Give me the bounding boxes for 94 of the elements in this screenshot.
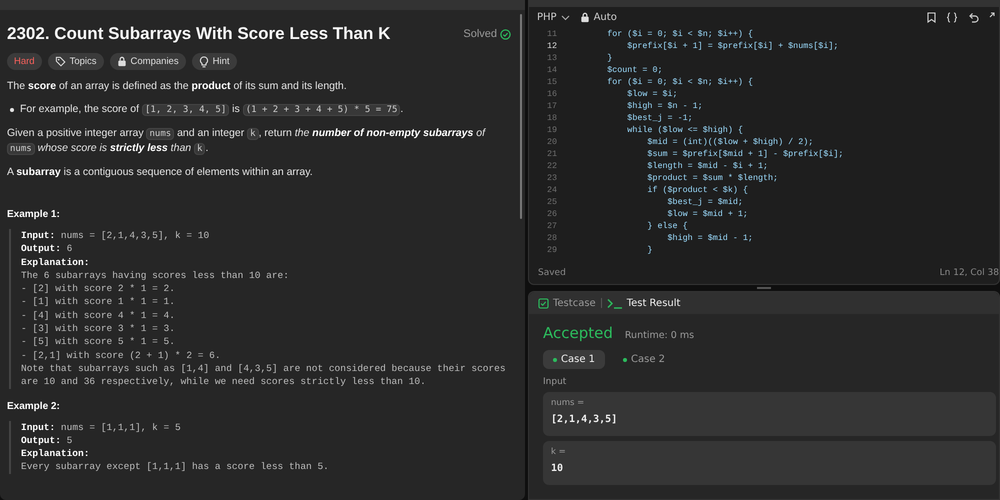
description-text: For example, the score of [1, 2, 3, 4, 5] is (1 + 2 + 3 + 4 + 5) * 5 = 75 .: [20, 102, 404, 117]
line-number: 12: [546, 41, 557, 51]
code-line: $high = $mid - 1;: [666, 233, 753, 243]
line-number: 16: [546, 89, 557, 99]
lock-icon: [580, 12, 590, 23]
dot-icon: [553, 358, 557, 362]
variable-value: [2,1,4,3,5]: [551, 414, 618, 425]
line-number: 11: [546, 29, 557, 39]
example-line: - [3] with score 3 * 1 = 3.: [21, 322, 176, 336]
code-line: $mid = (int)(($low + $high) / 2);: [646, 137, 814, 147]
code-line: $product = $sum * $length;: [646, 173, 778, 183]
code-line: $length = $mid - $i + 1;: [646, 161, 768, 171]
example-heading: Example 2:: [7, 400, 61, 412]
line-number: 28: [546, 233, 557, 243]
solved-status: Solved: [463, 28, 497, 40]
difficulty-label: Hard: [7, 53, 42, 70]
case-tab[interactable]: Case 1: [543, 350, 606, 369]
bookmark-icon[interactable]: [927, 12, 936, 23]
line-number: 29: [546, 245, 557, 255]
code-line: $low = $mid + 1;: [666, 209, 748, 219]
code-line: $sum = $prefix[$mid + 1] - $prefix[$i];: [646, 149, 844, 159]
braces-icon[interactable]: [946, 12, 958, 23]
testcase-tab[interactable]: Testcase: [538, 298, 596, 308]
code-line: $best_j = -1;: [626, 113, 693, 123]
example-line: Explanation:: [21, 256, 90, 269]
example-line: Input: nums = [1,1,1], k = 5: [21, 420, 182, 434]
code-line: }: [606, 53, 612, 63]
verdict-text: Accepted: [543, 324, 613, 342]
code-line: while ($low <= $high) {: [626, 125, 743, 135]
language-dropdown[interactable]: PHP: [537, 12, 570, 23]
example-line: - [4] with score 4 * 1 = 4.: [21, 308, 176, 322]
description-text: The score of an array is defined as the product of its sum and its length.: [7, 79, 348, 93]
code-line: $high = $n - 1;: [626, 101, 703, 111]
resize-handle[interactable]: [757, 287, 771, 289]
example-line: Every subarray except [1,1,1] has a score less than 5.: [21, 460, 330, 474]
line-number: 14: [546, 65, 557, 75]
line-number: 25: [546, 197, 557, 207]
code-line: $best_j = $mid;: [666, 197, 743, 207]
input-label: Input: [543, 377, 568, 387]
terminal-icon: [606, 298, 623, 308]
code-line: $prefix[$i + 1] = $prefix[$i] + $nums[$i];: [626, 41, 838, 51]
example-line: - [5] with score 5 * 1 = 5.: [21, 335, 176, 349]
line-number: 13: [546, 53, 557, 63]
companies-button[interactable]: Companies: [110, 53, 186, 70]
example-line: Explanation:: [21, 447, 90, 460]
line-number: 15: [546, 77, 557, 87]
problem-title: 2302. Count Subarrays With Score Less Than K: [7, 24, 390, 44]
line-number: 27: [546, 221, 557, 231]
description-text: Given a positive integer array nums and an integer k , return the number of non-empty subarrays of nums whose score is strictly less than k .: [7, 126, 487, 156]
example-line: Output: 5: [21, 434, 74, 448]
chevron-down-icon: [560, 14, 570, 20]
example-line: - [2,1] with score (2 + 1) * 2 = 6.: [21, 348, 222, 362]
example-line: Input: nums = [2,1,4,3,5], k = 10: [21, 229, 210, 242]
scrollbar[interactable]: [520, 14, 522, 219]
variable-name: k =: [551, 447, 567, 457]
code-line: for ($i = 0; $i < $n; $i++) {: [606, 29, 753, 39]
line-number: 21: [546, 149, 557, 159]
description-text: A subarray is a contiguous sequence of elements within an array.: [7, 165, 314, 179]
code-line: $low = $i;: [626, 89, 678, 99]
code-line: if ($product < $k) {: [646, 185, 748, 195]
save-status: Saved: [538, 268, 566, 278]
line-number: 23: [546, 173, 557, 183]
line-number: 20: [546, 137, 557, 147]
undo-icon[interactable]: [968, 12, 979, 23]
case-tab[interactable]: Case 2: [613, 350, 676, 369]
example-heading: Example 1:: [7, 209, 61, 220]
example-line: Note that subarrays such as [1,4] and [4,3,5] are not considered because their scores are 10 and 36 respectively, while we need scores strictly less than 10.: [21, 362, 507, 389]
hint-button[interactable]: Hint: [192, 53, 236, 70]
checkbox-icon: [538, 298, 549, 308]
test-result-tab[interactable]: Test Result: [606, 298, 680, 308]
code-line: $count = 0;: [606, 65, 662, 75]
runtime-text: Runtime: 0 ms: [624, 330, 694, 341]
variable-name: nums =: [551, 398, 586, 408]
line-number: 26: [546, 209, 557, 219]
example-line: Output: 6: [21, 242, 74, 256]
topics-button[interactable]: Topics: [48, 53, 104, 70]
code-line: } else {: [646, 221, 688, 231]
example-line: - [1] with score 1 * 1 = 1.: [21, 295, 176, 309]
code-line: }: [646, 245, 652, 255]
autocomplete-mode: Auto: [594, 12, 617, 23]
lock-icon: [116, 56, 127, 67]
line-number: 19: [546, 125, 557, 135]
cursor-position: Ln 12, Col 38: [940, 268, 999, 278]
line-number: 24: [546, 185, 557, 195]
line-number: 17: [546, 101, 557, 111]
dot-icon: [623, 358, 628, 362]
example-line: - [2] with score 2 * 1 = 2.: [21, 282, 176, 296]
lightbulb-icon: [198, 56, 209, 68]
variable-value: 10: [551, 463, 564, 474]
line-number: 18: [546, 113, 557, 123]
tag-icon: [54, 56, 66, 67]
code-line: for ($i = 0; $i < $n; $i++) {: [606, 77, 753, 87]
line-number: 22: [546, 161, 557, 171]
example-line: The 6 subarrays having scores less than 10 are:: [21, 268, 290, 282]
